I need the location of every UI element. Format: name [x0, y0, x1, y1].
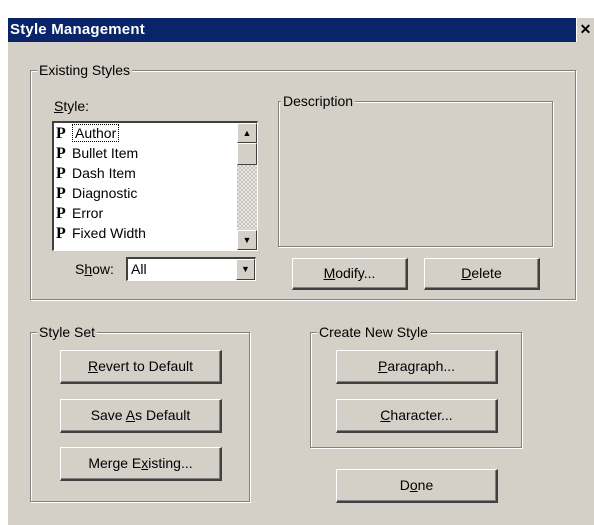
create-new-style-label: Create New Style: [317, 324, 430, 340]
window-title: Style Management: [10, 21, 145, 38]
paragraph-button[interactable]: Paragraph...: [336, 350, 498, 384]
show-dropdown-value: All: [131, 261, 147, 277]
existing-styles-label: Existing Styles: [37, 62, 133, 78]
list-item[interactable]: P Diagnostic: [54, 183, 235, 203]
scroll-up-button[interactable]: ▲: [237, 123, 257, 143]
list-item[interactable]: P Author: [54, 123, 235, 143]
description-label: Description: [281, 93, 356, 109]
down-arrow-icon: ▼: [242, 235, 252, 245]
paragraph-style-icon: P: [56, 145, 66, 162]
close-icon: ✕: [579, 21, 592, 37]
close-button[interactable]: ✕: [576, 18, 594, 42]
character-button[interactable]: Character...: [336, 399, 498, 433]
style-listbox[interactable]: P Author P Bullet Item P Dash Item P Diagnos…: [52, 121, 258, 251]
merge-existing-button[interactable]: Merge Existing...: [60, 447, 222, 481]
dropdown-arrow-icon: ▼: [241, 264, 250, 274]
delete-button[interactable]: Delete: [424, 258, 540, 290]
list-item[interactable]: P Fixed Width: [54, 223, 235, 243]
list-item[interactable]: P Dash Item: [54, 163, 235, 183]
scroll-down-button[interactable]: ▼: [237, 230, 257, 250]
paragraph-style-icon: P: [56, 225, 66, 242]
show-dropdown[interactable]: All ▼: [126, 257, 256, 281]
modify-button[interactable]: Modify...: [292, 258, 408, 290]
list-item[interactable]: P Bullet Item: [54, 143, 235, 163]
paragraph-style-icon: P: [56, 125, 66, 142]
save-as-default-button[interactable]: Save As Default: [60, 399, 222, 433]
background-strip-top: [0, 0, 594, 18]
style-set-label: Style Set: [37, 324, 98, 340]
paragraph-style-icon: P: [56, 205, 66, 222]
description-group: Description: [278, 93, 553, 247]
list-item[interactable]: P Error: [54, 203, 235, 223]
style-label: Style:: [54, 98, 90, 114]
up-arrow-icon: ▲: [242, 128, 252, 138]
revert-to-default-button[interactable]: Revert to Default: [60, 350, 222, 384]
scroll-thumb[interactable]: [237, 143, 257, 165]
show-label: Show:: [75, 261, 114, 277]
show-dropdown-button[interactable]: ▼: [236, 259, 255, 280]
paragraph-style-icon: P: [56, 165, 66, 182]
style-list: P Author P Bullet Item P Dash Item P Diagnos…: [54, 123, 235, 243]
title-bar[interactable]: Style Management ✕: [8, 18, 594, 42]
paragraph-style-icon: P: [56, 185, 66, 202]
background-strip-left: [0, 0, 8, 525]
style-list-scrollbar[interactable]: ▲ ▼: [237, 123, 257, 250]
style-management-dialog: Style Management ✕ Existing Styles Style…: [0, 0, 594, 525]
done-button[interactable]: Done: [336, 469, 498, 503]
